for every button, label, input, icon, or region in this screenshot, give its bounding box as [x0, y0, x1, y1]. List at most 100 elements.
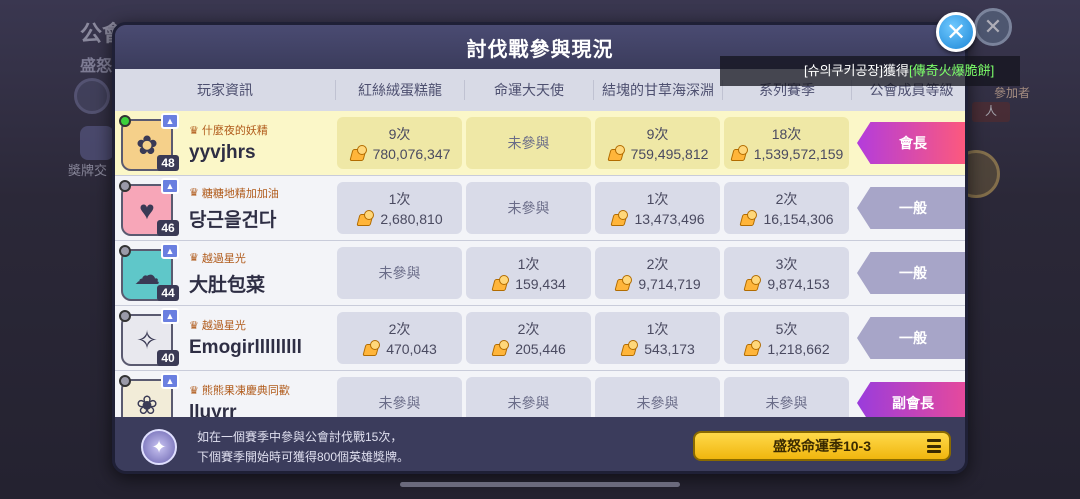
- attempt-count: 2次: [517, 321, 540, 337]
- bg-participant-tag: 參加者: [993, 86, 1030, 100]
- damage-icon: [362, 340, 381, 356]
- player-title: ♛ 什麼夜的妖精: [189, 122, 335, 138]
- member-list[interactable]: ✿ ▲ 48 ♛ 什麼夜的妖精 yyvjhrs 9次 780,076,347 未參…: [115, 111, 965, 417]
- player-name: lluyrr: [189, 402, 237, 417]
- rank-label: 一般: [899, 265, 927, 281]
- title-text: 糖糖地精加加油: [201, 187, 279, 200]
- header-boss-2: 命運大天使: [464, 80, 593, 100]
- not-participated-label: 未參與: [378, 265, 421, 281]
- player-info: ♛ 越過星光 大肚包菜: [189, 250, 335, 297]
- player-name: Emogirlllllllll: [189, 337, 302, 358]
- member-row[interactable]: ☁ ▲ 44 ♛ 越過星光 大肚包菜 未參與 1次 159,434 2次 9,71…: [115, 241, 965, 306]
- score-value: 1,539,572,159: [753, 146, 844, 162]
- tier-icon: ▲: [161, 373, 179, 389]
- damage-icon: [610, 210, 629, 226]
- member-row[interactable]: ♥ ▲ 46 ♛ 糖糖地精加加油 당근을건다 1次 2,680,810 未參與 1…: [115, 176, 965, 241]
- score-value: 470,043: [386, 341, 437, 357]
- rank-label: 一般: [899, 330, 927, 346]
- title-text: 熊熊果凍慶典同歡: [201, 385, 290, 397]
- title-icon: ♛: [189, 384, 199, 397]
- member-rank-badge: 一般: [857, 317, 965, 359]
- score-line: 9,874,153: [743, 275, 830, 292]
- score-line: 205,446: [491, 340, 566, 357]
- footer-info: 如在一個賽季中參與公會討伐戰15次， 下個賽季開始時可獲得800個英雄獎牌。: [197, 427, 409, 467]
- member-row[interactable]: ✧ ▲ 40 ♛ 越過星光 Emogirlllllllll 2次 470,043 …: [115, 306, 965, 371]
- boss-2-cell: 未參與: [466, 182, 591, 234]
- not-participated-label: 未參與: [507, 200, 550, 216]
- not-participated-label: 未參與: [378, 395, 421, 411]
- online-status-icon: [119, 115, 131, 127]
- avatar[interactable]: ✧ ▲ 40: [119, 308, 189, 368]
- boss-1-cell: 1次 2,680,810: [337, 182, 462, 234]
- avatar[interactable]: ✿ ▲ 48: [119, 113, 189, 173]
- score-value: 543,173: [644, 341, 695, 357]
- boss-3-cell: 1次 13,473,496: [595, 182, 720, 234]
- score-line: 543,173: [620, 340, 695, 357]
- online-status-icon: [119, 245, 131, 257]
- score-value: 16,154,306: [763, 211, 834, 227]
- member-rank-badge: 一般: [857, 187, 965, 229]
- avatar[interactable]: ❀ ▲: [119, 373, 189, 417]
- close-button[interactable]: ✕: [936, 12, 976, 52]
- not-participated-label: 未參與: [765, 395, 808, 411]
- member-row[interactable]: ❀ ▲ ♛ 熊熊果凍慶典同歡 lluyrr 未參與 未參與 未參與 未參與 副會長: [115, 371, 965, 417]
- home-indicator[interactable]: [400, 482, 680, 487]
- boss-3-cell: 1次 543,173: [595, 312, 720, 364]
- attempt-count: 3次: [775, 256, 798, 272]
- rank-label: 一般: [899, 200, 927, 216]
- avatar[interactable]: ♥ ▲ 46: [119, 178, 189, 238]
- player-name: 당근을건다: [189, 209, 277, 231]
- boss-2-cell: 未參與: [466, 377, 591, 417]
- member-rank-badge: 副會長: [857, 382, 965, 417]
- season-select-button[interactable]: 盛怒命運季10-3: [693, 431, 951, 461]
- member-rank-badge: 一般: [857, 252, 965, 294]
- tier-icon: ▲: [161, 308, 179, 324]
- acquisition-notice: [슈의쿠키공장]獲得[傳奇火爆脆餅]: [720, 56, 1020, 86]
- avatar[interactable]: ☁ ▲ 44: [119, 243, 189, 303]
- damage-icon: [356, 210, 375, 226]
- online-status-icon: [119, 375, 131, 387]
- score-value: 205,446: [515, 341, 566, 357]
- attempt-count: 5次: [775, 321, 798, 337]
- boss-2-cell: 2次 205,446: [466, 312, 591, 364]
- score-value: 759,495,812: [630, 146, 709, 162]
- score-value: 2,680,810: [380, 211, 443, 227]
- tier-icon: ▲: [161, 113, 179, 129]
- boss-3-cell: 9次 759,495,812: [595, 117, 720, 169]
- score-value: 1,218,662: [767, 341, 830, 357]
- attempt-count: 1次: [388, 191, 411, 207]
- damage-icon: [491, 340, 510, 356]
- season-cell: 5次 1,218,662: [724, 312, 849, 364]
- member-row[interactable]: ✿ ▲ 48 ♛ 什麼夜的妖精 yyvjhrs 9次 780,076,347 未參…: [115, 111, 965, 176]
- season-label: 盛怒命運季10-3: [772, 438, 872, 454]
- title-icon: ♛: [189, 187, 199, 199]
- notice-highlight: [傳奇火爆脆餅]: [908, 63, 995, 78]
- online-status-icon: [119, 180, 131, 192]
- player-name: yyvjhrs: [189, 142, 256, 163]
- bg-medal-label: 獎牌交: [68, 163, 108, 178]
- title-icon: ♛: [189, 252, 199, 264]
- damage-icon: [730, 145, 748, 161]
- attempt-count: 2次: [646, 256, 669, 272]
- title-text: 什麼夜的妖精: [201, 125, 268, 137]
- score-value: 9,714,719: [638, 276, 701, 292]
- rank-label: 會長: [899, 135, 927, 151]
- clock-icon: [74, 78, 110, 114]
- damage-icon: [743, 275, 762, 291]
- damage-icon: [491, 275, 510, 291]
- damage-icon: [614, 275, 633, 291]
- title-text: 越過星光: [201, 320, 246, 332]
- not-participated-label: 未參與: [507, 135, 550, 151]
- attempt-count: 1次: [646, 321, 669, 337]
- bg-subtitle: 盛怒: [80, 58, 113, 75]
- title-icon: ♛: [189, 319, 199, 332]
- bg-participant-count: 人: [972, 102, 1010, 122]
- player-title: ♛ 糖糖地精加加油: [189, 185, 335, 201]
- score-value: 9,874,153: [767, 276, 830, 292]
- boss-3-cell: 未參與: [595, 377, 720, 417]
- score-line: 13,473,496: [610, 210, 705, 227]
- tier-icon: ▲: [161, 243, 179, 259]
- level-badge: 46: [157, 220, 179, 236]
- damage-icon: [743, 340, 762, 356]
- boss-1-cell: 未參與: [337, 377, 462, 417]
